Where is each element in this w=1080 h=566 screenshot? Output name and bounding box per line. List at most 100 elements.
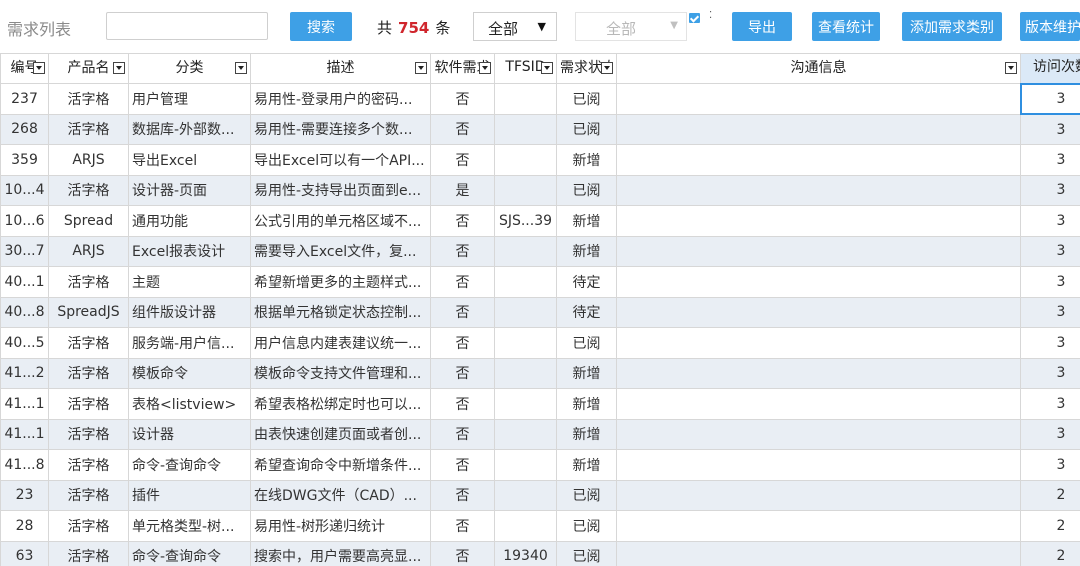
cell-description[interactable]: 公式引用的单元格区域不... [250,205,431,237]
cell-description[interactable]: 易用性-需要连接多个数... [250,113,431,145]
cell-software-requirement[interactable]: 否 [430,327,495,359]
cell-tfsid[interactable] [494,418,557,450]
cell-description[interactable]: 希望新增更多的主题样式... [250,266,431,298]
cell-id[interactable]: 23 [0,479,49,511]
cell-product[interactable]: 活字格 [48,357,129,389]
cell-category[interactable]: 服务端-用户信... [128,327,251,359]
cell-category[interactable]: 表格<listview> [128,388,251,420]
cell-communication[interactable] [616,144,1021,176]
cell-communication[interactable] [616,357,1021,389]
cell-visits[interactable]: 3 [1020,388,1080,420]
table-row[interactable]: 23 活字格 插件 在线DWG文件（CAD）... 否 已阅 2 [0,479,1080,511]
cell-status[interactable]: 待定 [556,296,617,328]
cell-description[interactable]: 模板命令支持文件管理和... [250,357,431,389]
cell-category[interactable]: 用户管理 [128,83,251,115]
cell-description[interactable]: 需要导入Excel文件，复... [250,235,431,267]
cell-status[interactable]: 新增 [556,144,617,176]
cell-id[interactable]: 237 [0,83,49,115]
cell-category[interactable]: 组件版设计器 [128,296,251,328]
table-row[interactable]: 41...1 活字格 设计器 由表快速创建页面或者创... 否 新增 3 [0,418,1080,450]
cell-category[interactable]: 主题 [128,266,251,298]
cell-description[interactable]: 搜索中，用户需要高亮显... [250,540,431,566]
cell-description[interactable]: 易用性-支持导出页面到e... [250,174,431,206]
cell-description[interactable]: 希望表格松绑定时也可以... [250,388,431,420]
product-filter-select[interactable]: 全部 ▼ [473,12,557,41]
search-button[interactable]: 搜索 [290,12,352,41]
cell-software-requirement[interactable]: 否 [430,235,495,267]
cell-communication[interactable] [616,327,1021,359]
cell-category[interactable]: 插件 [128,479,251,511]
cell-status[interactable]: 已阅 [556,113,617,145]
cell-software-requirement[interactable]: 否 [430,144,495,176]
cell-category[interactable]: 数据库-外部数... [128,113,251,145]
view-stats-button[interactable]: 查看统计 [812,12,880,41]
cell-tfsid[interactable] [494,83,557,115]
cell-visits[interactable]: 3 [1019,82,1080,115]
cell-software-requirement[interactable]: 否 [430,388,495,420]
cell-description[interactable]: 易用性-登录用户的密码... [250,83,431,115]
cell-product[interactable]: 活字格 [48,266,129,298]
cell-id[interactable]: 28 [0,510,49,542]
cell-visits[interactable]: 2 [1020,510,1080,542]
cell-visits[interactable]: 3 [1020,174,1080,206]
cell-tfsid[interactable]: SJS...39 [494,205,557,237]
cell-description[interactable]: 希望查询命令中新增条件... [250,449,431,481]
column-filter-icon[interactable] [415,62,427,74]
cell-product[interactable]: SpreadJS [48,296,129,328]
cell-communication[interactable] [616,296,1021,328]
cell-software-requirement[interactable]: 否 [430,113,495,145]
cell-category[interactable]: 通用功能 [128,205,251,237]
cell-tfsid[interactable] [494,449,557,481]
cell-tfsid[interactable] [494,113,557,145]
column-filter-icon[interactable] [33,62,45,74]
cell-communication[interactable] [616,418,1021,450]
cell-status[interactable]: 新增 [556,418,617,450]
cell-communication[interactable] [616,449,1021,481]
column-header-communication[interactable]: 沟通信息 [616,53,1021,84]
version-maintenance-button[interactable]: 版本维护 [1020,12,1080,41]
cell-visits[interactable]: 3 [1020,327,1080,359]
table-row[interactable]: 40...1 活字格 主题 希望新增更多的主题样式... 否 待定 3 [0,266,1080,298]
cell-category[interactable]: 命令-查询命令 [128,449,251,481]
cell-product[interactable]: 活字格 [48,113,129,145]
table-row[interactable]: 40...8 SpreadJS 组件版设计器 根据单元格锁定状态控制... 否 待定 3 [0,296,1080,328]
table-row[interactable]: 359 ARJS 导出Excel 导出Excel可以有一个API... 否 新增 3 [0,144,1080,176]
cell-software-requirement[interactable]: 否 [430,357,495,389]
cell-id[interactable]: 268 [0,113,49,145]
table-row[interactable]: 41...1 活字格 表格<listview> 希望表格松绑定时也可以... 否 新增 3 [0,388,1080,420]
cell-product[interactable]: 活字格 [48,510,129,542]
cell-description[interactable]: 用户信息内建表建议统一... [250,327,431,359]
cell-status[interactable]: 已阅 [556,479,617,511]
cell-status[interactable]: 待定 [556,266,617,298]
cell-tfsid[interactable] [494,327,557,359]
cell-description[interactable]: 由表快速创建页面或者创... [250,418,431,450]
cell-communication[interactable] [616,388,1021,420]
column-filter-icon[interactable] [235,62,247,74]
cell-status[interactable]: 新增 [556,449,617,481]
column-filter-icon[interactable] [541,62,553,74]
cell-id[interactable]: 30...7 [0,235,49,267]
cell-status[interactable]: 已阅 [556,174,617,206]
cell-software-requirement[interactable]: 否 [430,510,495,542]
cell-category[interactable]: 命令-查询命令 [128,540,251,566]
cell-id[interactable]: 359 [0,144,49,176]
cell-visits[interactable]: 2 [1020,540,1080,566]
secondary-filter-select[interactable]: 全部 ▼ [575,12,687,41]
column-header-visits[interactable]: 访问次数 [1020,53,1080,84]
cell-software-requirement[interactable]: 否 [430,205,495,237]
cell-product[interactable]: 活字格 [48,449,129,481]
cell-product[interactable]: ARJS [48,144,129,176]
cell-visits[interactable]: 3 [1020,235,1080,267]
table-row[interactable]: 237 活字格 用户管理 易用性-登录用户的密码... 否 已阅 3 [0,82,1080,115]
cell-communication[interactable] [616,174,1021,206]
cell-category[interactable]: 设计器-页面 [128,174,251,206]
column-header-category[interactable]: 分类 [128,53,251,84]
cell-software-requirement[interactable]: 否 [430,83,495,115]
cell-product[interactable]: ARJS [48,235,129,267]
cell-status[interactable]: 已阅 [556,83,617,115]
cell-product[interactable]: 活字格 [48,479,129,511]
cell-id[interactable]: 63 [0,540,49,566]
column-header-software-requirement[interactable]: 软件需求 [430,53,495,84]
cell-tfsid[interactable] [494,174,557,206]
cell-visits[interactable]: 2 [1020,479,1080,511]
